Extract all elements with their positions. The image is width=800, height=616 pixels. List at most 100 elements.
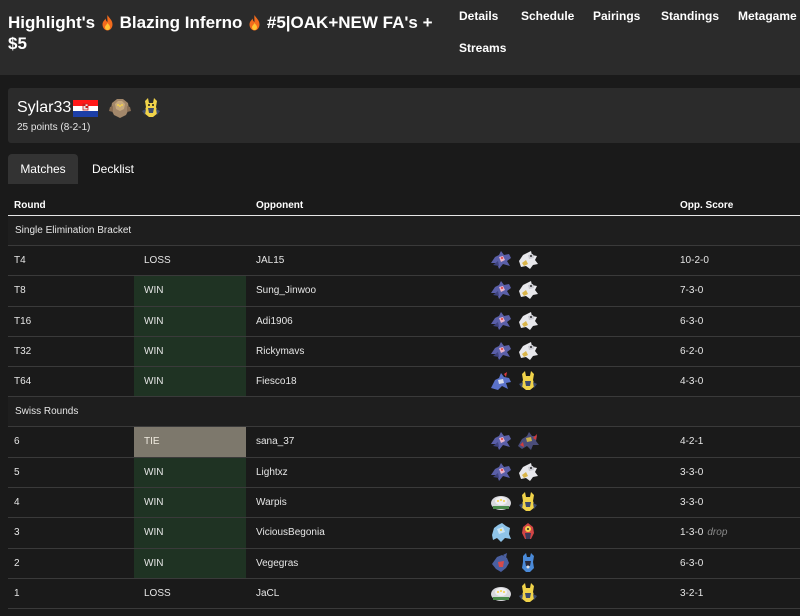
deck-icons[interactable] [489,310,543,334]
nav-details[interactable]: Details [459,9,498,23]
opp-score-value: 3-3-0 [680,466,704,478]
table-row[interactable]: 2 WIN Vegegras 6-3-0 [8,548,800,579]
opp-score-cell: 3-3-0 [680,458,703,487]
palkia-origin-icon [491,462,511,481]
deck-icons[interactable] [489,521,543,545]
result-cell: WIN [134,336,246,367]
player-card: Sylar33 25 points (8-2-1) [8,88,800,143]
deck-icons[interactable] [489,249,543,273]
tab-matches[interactable]: Matches [8,154,78,184]
round-cell: T16 [14,315,32,327]
nav-schedule[interactable]: Schedule [521,9,574,23]
nav-streams[interactable]: Streams [459,41,506,55]
round-cell: 3 [14,527,20,539]
table-body: Single Elimination Bracket T4 LOSS JAL15 10-… [8,216,800,610]
round-cell: 1 [14,587,20,599]
round-cell: 2 [14,557,20,569]
round-cell: T8 [14,285,26,297]
opp-score-cell: 7-3-0 [680,276,703,305]
opp-score-cell: 6-3-0 [680,549,703,578]
opponent-link[interactable]: sana_37 [256,427,294,456]
arceus-icon [519,341,538,360]
arceus-icon [519,251,538,269]
palkia-origin-icon [491,281,511,300]
zeraora-icon [519,492,537,512]
deck-icons[interactable] [489,279,543,303]
result-cell: WIN [134,488,246,518]
opp-score-cell: 3-3-0 [680,488,703,517]
opp-score-value: 4-3-0 [680,376,704,388]
opponent-link[interactable]: Fiesco18 [256,367,297,396]
opp-score-value: 4-2-1 [680,436,704,448]
zeraora-icon [519,371,537,391]
nav-pairings[interactable]: Pairings [593,9,640,23]
arceus-icon [519,281,538,300]
table-row[interactable]: 6 TIE sana_37 4-2-1 [8,427,800,458]
nav-standings[interactable]: Standings [661,9,719,23]
table-row[interactable]: T64 WIN Fiesco18 4-3-0 [8,367,800,398]
table-row[interactable]: T4 LOSS JAL15 10-2-0 [8,246,800,277]
player-points: 25 points (8-2-1) [17,122,91,133]
opponent-link[interactable]: Vegegras [256,549,298,578]
round-cell: 6 [14,436,20,448]
palkia-origin-icon [491,251,511,269]
table-row[interactable]: 3 WIN ViciousBegonia 1-3-0 drop [8,518,800,549]
opp-score-value: 3-3-0 [680,497,704,509]
garchomp-icon [492,552,509,572]
opp-score-value: 3-2-1 [680,587,704,599]
opp-score-cell: 10-2-0 [680,246,709,275]
opp-score-value: 1-3-0 [680,527,704,539]
top-bar: Highlight's Blazing Inferno #5|OAK+NEW F… [0,0,800,75]
table-row[interactable]: T16 WIN Adi1906 6-3-0 [8,306,800,337]
opponent-link[interactable]: Adi1906 [256,307,293,336]
zeraora-icon [142,98,161,117]
opp-score-cell: 6-3-0 [680,307,703,336]
deck-icons[interactable] [489,582,543,606]
result-cell: LOSS [144,587,171,599]
event-title: Highlight's Blazing Inferno #5|OAK+NEW F… [8,12,438,54]
result-cell: WIN [134,367,246,397]
round-cell: T32 [14,345,32,357]
opp-score-cell: 4-2-1 [680,427,703,456]
result-cell: WIN [134,548,246,578]
deck-icons[interactable] [489,461,543,485]
fire-icon [102,15,113,31]
result-cell: WIN [134,457,246,488]
table-row[interactable]: 4 WIN Warpis 3-3-0 [8,488,800,519]
opponent-link[interactable]: JaCL [256,579,279,608]
opponent-link[interactable]: Sung_Jinwoo [256,276,316,305]
opponent-link[interactable]: Rickymavs [256,337,304,366]
tab-decklist[interactable]: Decklist [92,154,134,184]
deck-icons[interactable] [489,340,543,364]
table-row[interactable]: T8 WIN Sung_Jinwoo 7-3-0 [8,276,800,307]
table-row[interactable]: T32 WIN Rickymavs 6-2-0 [8,336,800,368]
opp-score-value: 6-3-0 [680,315,704,327]
opponent-link[interactable]: ViciousBegonia [256,518,325,547]
table-row[interactable]: 5 WIN Lightxz 3-3-0 [8,457,800,489]
deck-icons[interactable] [489,370,543,394]
blacephalon-icon [522,523,534,540]
regigigas-icon [491,496,511,511]
table-row[interactable]: 1 LOSS JaCL 3-2-1 [8,579,800,610]
kyurem-icon [492,523,511,543]
opponent-link[interactable]: JAL15 [256,246,284,275]
opp-score-value: 6-2-0 [680,345,704,357]
round-cell: 4 [14,497,20,509]
deck-icons[interactable] [489,491,543,515]
round-cell: 5 [14,466,20,478]
column-header-opponent: Opponent [256,200,304,211]
deck-icons[interactable] [489,430,543,454]
round-cell: T64 [14,376,32,388]
opponent-link[interactable]: Lightxz [256,458,288,487]
opp-score-cell: 6-2-0 [680,337,703,366]
arceus-icon [519,311,538,330]
croatia-flag-icon [73,100,98,117]
nav-metagame[interactable]: Metagame [738,9,797,23]
deck-icons[interactable] [489,552,543,576]
opp-score-cell: 4-3-0 [680,367,703,396]
round-cell: T4 [14,255,26,266]
drop-note: drop [707,527,728,539]
result-cell: WIN [134,306,246,336]
opp-score-cell: 1-3-0 drop [680,518,727,547]
opponent-link[interactable]: Warpis [256,488,287,517]
